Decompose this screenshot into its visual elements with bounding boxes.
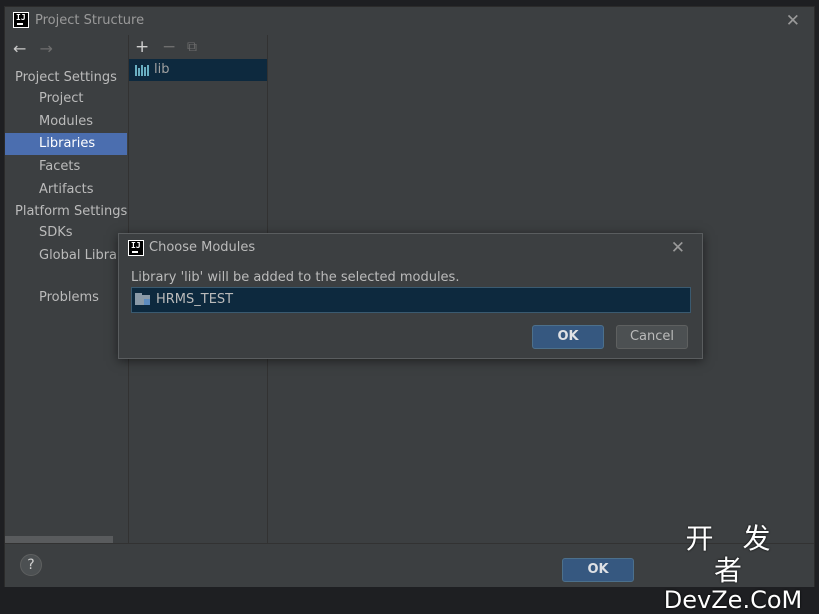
intellij-logo-icon: IJ — [128, 240, 144, 256]
copy-icon[interactable]: ⧉ — [187, 37, 197, 57]
dialog-cancel-button[interactable]: Cancel — [616, 325, 688, 349]
settings-nav-panel: ← → Project Settings Project Modules Lib… — [5, 35, 128, 543]
library-name: lib — [154, 62, 170, 77]
forward-arrow-icon[interactable]: → — [40, 39, 53, 58]
back-arrow-icon[interactable]: ← — [13, 39, 26, 58]
project-settings-header: Project Settings — [15, 70, 117, 85]
dialog-title: Choose Modules — [149, 240, 256, 255]
nav-item-facets[interactable]: Facets — [5, 156, 127, 178]
nav-item-project[interactable]: Project — [5, 88, 127, 110]
module-folder-icon — [135, 293, 151, 306]
library-icon — [135, 64, 151, 76]
nav-item-sdks[interactable]: SDKs — [5, 222, 127, 244]
dialog-ok-button[interactable]: OK — [532, 325, 604, 349]
nav-item-libraries[interactable]: Libraries — [5, 133, 127, 155]
nav-arrows: ← → — [13, 39, 61, 58]
title-bar: IJ Project Structure ✕ — [5, 7, 814, 35]
add-icon[interactable]: + — [135, 37, 149, 57]
remove-icon[interactable]: − — [162, 37, 176, 57]
help-button[interactable]: ? — [20, 554, 42, 576]
bottom-bar: ? OK 开 发 者 DevZe.CoM — [5, 523, 814, 613]
watermark-logo: 开 发 者 DevZe.CoM — [658, 523, 808, 614]
intellij-logo-icon: IJ — [13, 12, 29, 28]
library-item-lib[interactable]: lib — [129, 59, 267, 81]
nav-item-modules[interactable]: Modules — [5, 111, 127, 133]
nav-item-problems[interactable]: Problems — [5, 287, 127, 309]
choose-modules-dialog: IJ Choose Modules ✕ Library 'lib' will b… — [118, 233, 703, 359]
nav-item-artifacts[interactable]: Artifacts — [5, 179, 127, 201]
horizontal-scrollbar[interactable] — [5, 536, 113, 543]
window-title: Project Structure — [35, 13, 145, 28]
close-icon[interactable]: ✕ — [786, 13, 800, 30]
ok-button[interactable]: OK — [562, 558, 634, 582]
module-name: HRMS_TEST — [156, 292, 234, 307]
modules-list: HRMS_TEST — [131, 287, 691, 313]
dialog-message: Library 'lib' will be added to the selec… — [131, 270, 460, 285]
platform-settings-header: Platform Settings — [15, 204, 128, 219]
module-item-hrms-test[interactable]: HRMS_TEST — [132, 288, 690, 312]
dialog-close-icon[interactable]: ✕ — [671, 240, 685, 257]
watermark-line-1: 开 发 者 — [685, 522, 781, 587]
nav-item-global-libraries[interactable]: Global Libraries — [5, 245, 127, 267]
